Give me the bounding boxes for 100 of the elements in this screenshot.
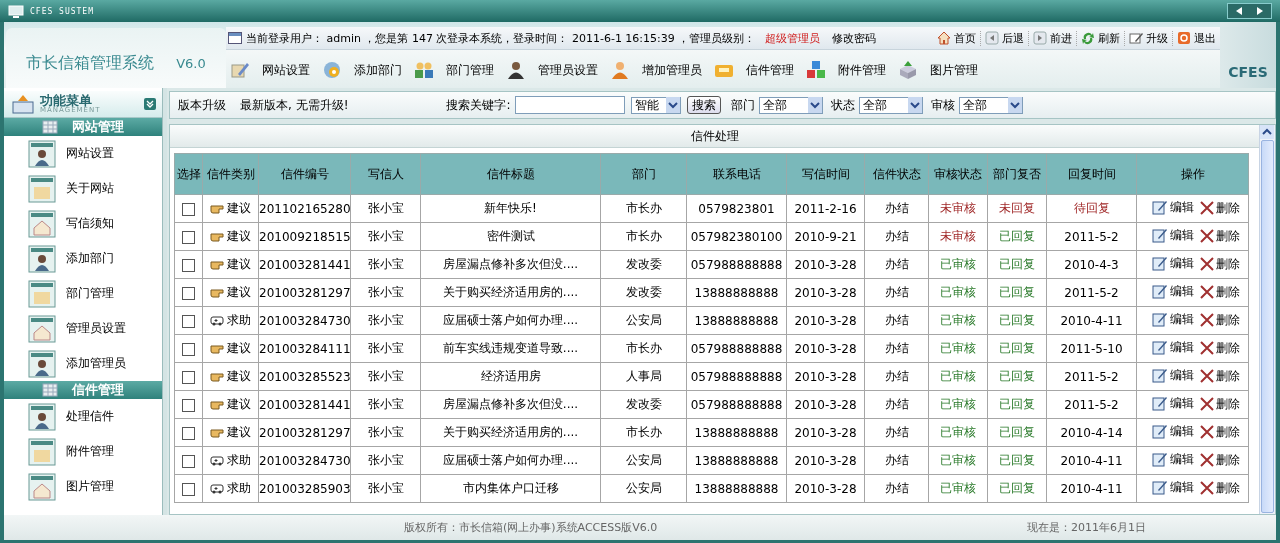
table-cell: 市长办 xyxy=(600,194,687,223)
ambulance-icon xyxy=(210,453,224,467)
edit-link[interactable]: 编辑 xyxy=(1151,394,1194,412)
toolbar-item[interactable]: 部门管理 xyxy=(414,60,494,80)
delete-link[interactable]: 删除 xyxy=(1199,367,1240,385)
home-icon xyxy=(937,31,951,45)
table-cell: 应届硕士落户如何办理.... xyxy=(420,446,601,475)
table-cell: 办结 xyxy=(864,278,929,307)
checkbox[interactable] xyxy=(182,398,195,412)
checkbox[interactable] xyxy=(182,342,195,356)
close-icon xyxy=(1199,369,1214,384)
edit-link[interactable]: 编辑 xyxy=(1151,422,1194,440)
sidebar-item[interactable]: 处理信件 xyxy=(4,399,162,434)
sidebar-item[interactable]: 部门管理 xyxy=(4,276,162,311)
nav-link[interactable]: 退出 xyxy=(1173,30,1220,46)
sidebar-item[interactable]: 写信须知 xyxy=(4,206,162,241)
edit-icon xyxy=(1151,199,1168,216)
column-header: 联系电话 xyxy=(686,153,787,195)
dropdown[interactable]: 全部 xyxy=(958,96,1023,114)
toolbar-item[interactable]: 添加部门 xyxy=(322,60,402,80)
sidebar-item[interactable]: 图片管理 xyxy=(4,469,162,504)
splitter-handle[interactable] xyxy=(163,88,167,515)
table-cell: 张小宝 xyxy=(350,446,421,475)
dropdown[interactable]: 全部 xyxy=(858,96,923,114)
edit-link[interactable]: 编辑 xyxy=(1151,198,1194,216)
delete-link[interactable]: 删除 xyxy=(1199,395,1240,413)
delete-link[interactable]: 删除 xyxy=(1199,255,1240,273)
edit-link[interactable]: 编辑 xyxy=(1151,310,1194,328)
edit-link[interactable]: 编辑 xyxy=(1151,450,1194,468)
delete-link[interactable]: 删除 xyxy=(1199,423,1240,441)
checkbox[interactable] xyxy=(182,202,195,216)
sidebar-item[interactable]: 管理员设置 xyxy=(4,311,162,346)
toolbar-item[interactable]: 图片管理 xyxy=(898,60,978,80)
table-cell: 已审核 xyxy=(928,474,988,503)
delete-link[interactable]: 删除 xyxy=(1199,451,1240,469)
nav-link[interactable]: 后退 xyxy=(981,30,1029,46)
app-version: V6.0 xyxy=(176,55,206,71)
nav-link[interactable]: 刷新 xyxy=(1077,30,1125,46)
sidebar-item[interactable]: 关于网站 xyxy=(4,171,162,206)
column-header: 回复时间 xyxy=(1046,153,1137,195)
dropdown[interactable]: 智能 xyxy=(630,96,681,114)
toolbar-item[interactable]: 增加管理员 xyxy=(610,60,702,80)
checkbox[interactable] xyxy=(182,482,195,496)
sidebar-item[interactable]: 添加部门 xyxy=(4,241,162,276)
sidebar-item[interactable]: 附件管理 xyxy=(4,434,162,469)
checkbox[interactable] xyxy=(182,370,195,384)
window-icon xyxy=(28,349,56,378)
table-cell: 张小宝 xyxy=(350,390,421,419)
edit-link[interactable]: 编辑 xyxy=(1151,254,1194,272)
table-cell: 公安局 xyxy=(600,474,687,503)
table-cell: 办结 xyxy=(864,474,929,503)
edit-link[interactable]: 编辑 xyxy=(1151,282,1194,300)
column-header: 选择 xyxy=(174,153,203,195)
checkbox[interactable] xyxy=(182,286,195,300)
delete-link[interactable]: 删除 xyxy=(1199,311,1240,329)
toolbar-item[interactable]: 信件管理 xyxy=(714,60,794,80)
delete-link[interactable]: 删除 xyxy=(1199,227,1240,245)
checkbox[interactable] xyxy=(182,454,195,468)
delete-link[interactable]: 删除 xyxy=(1199,339,1240,357)
sidebar-item[interactable]: 网站设置 xyxy=(4,136,162,171)
table-cell: 未审核 xyxy=(928,222,988,251)
copyright-text: 版权所有：市长信箱(网上办事)系统ACCESS版V6.0 xyxy=(404,520,658,535)
delete-link[interactable]: 删除 xyxy=(1199,199,1240,217)
table-cell: 2010-3-28 xyxy=(786,334,865,363)
table-cell: 前车实线违规变道导致.... xyxy=(420,334,601,363)
search-button[interactable]: 搜索 xyxy=(686,96,721,114)
tray-icon xyxy=(12,94,34,114)
edit-link[interactable]: 编辑 xyxy=(1151,338,1194,356)
nav-link[interactable]: 升级 xyxy=(1125,30,1173,46)
table-cell: 密件测试 xyxy=(420,222,601,251)
table-cell: 201003281297 xyxy=(258,418,351,447)
toolbar-item[interactable]: 网站设置 xyxy=(230,60,310,80)
toolbar-item[interactable]: 附件管理 xyxy=(806,60,886,80)
table-cell: 已审核 xyxy=(928,418,988,447)
table-cell: 已审核 xyxy=(928,334,988,363)
sidebar-item[interactable]: 添加管理员 xyxy=(4,346,162,381)
nav-link[interactable]: 首页 xyxy=(933,30,981,46)
scroll-thumb[interactable] xyxy=(1261,140,1274,513)
dropdown[interactable]: 全部 xyxy=(758,96,823,114)
delete-link[interactable]: 删除 xyxy=(1199,479,1240,497)
column-header: 信件编号 xyxy=(258,153,351,195)
change-password-link[interactable]: 修改密码 xyxy=(832,30,877,46)
edit-link[interactable]: 编辑 xyxy=(1151,478,1194,496)
checkbox[interactable] xyxy=(182,314,195,328)
scrollbar[interactable] xyxy=(1259,125,1275,514)
nav-link[interactable]: 前进 xyxy=(1029,30,1077,46)
edit-link[interactable]: 编辑 xyxy=(1151,226,1194,244)
checkbox[interactable] xyxy=(182,230,195,244)
delete-link[interactable]: 删除 xyxy=(1199,283,1240,301)
table-cell: 新年快乐! xyxy=(420,194,601,223)
checkbox[interactable] xyxy=(182,426,195,440)
back-icon xyxy=(985,31,999,45)
filter-label: 状态 xyxy=(830,96,855,114)
search-field[interactable] xyxy=(514,96,625,114)
category-label: 求助 xyxy=(210,311,251,329)
table-cell: 2010-3-28 xyxy=(786,446,865,475)
checkbox[interactable] xyxy=(182,258,195,272)
toolbar-item[interactable]: 管理员设置 xyxy=(506,60,598,80)
edit-link[interactable]: 编辑 xyxy=(1151,366,1194,384)
nav-arrows-button[interactable] xyxy=(1227,3,1272,19)
